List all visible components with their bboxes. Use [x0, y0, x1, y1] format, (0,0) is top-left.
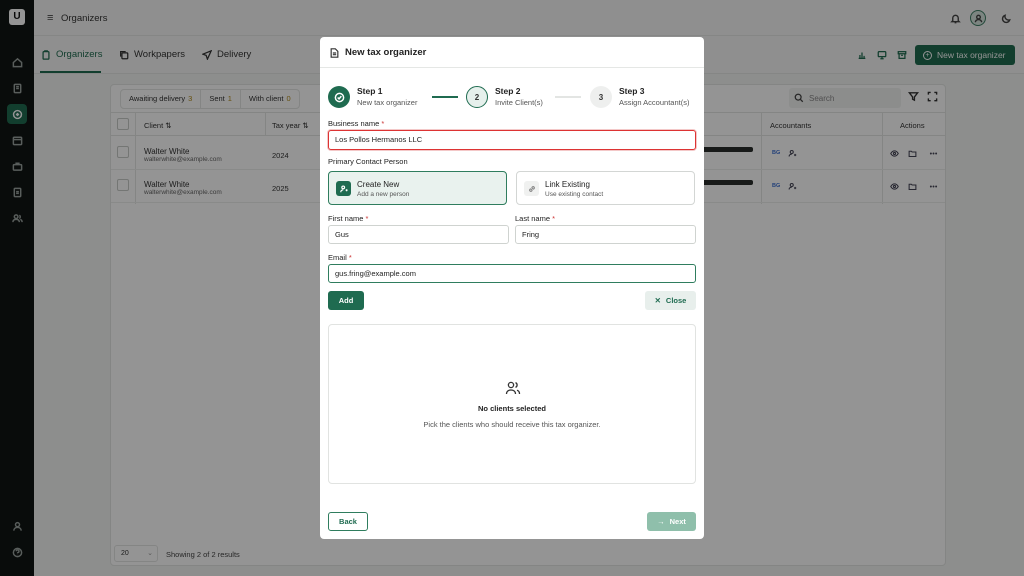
link-existing-option[interactable]: Link Existing Use existing contact [516, 171, 695, 205]
arrow-right-icon: → [657, 517, 665, 526]
add-button[interactable]: Add [328, 291, 364, 310]
last-name-input[interactable]: Fring [515, 225, 696, 244]
empty-subtitle: Pick the clients who should receive this… [423, 420, 601, 429]
email-label: Email * [328, 253, 352, 262]
email-input[interactable]: gus.fring@example.com [328, 264, 696, 283]
empty-title: No clients selected [478, 404, 546, 413]
business-name-input[interactable]: Los Pollos Hermanos LLC [328, 130, 696, 150]
add-user-icon [336, 181, 351, 196]
document-icon [330, 47, 339, 58]
step-1-complete-icon [328, 86, 350, 108]
step-1: Step 1 New tax organizer [357, 86, 418, 107]
selected-clients-empty-state: No clients selected Pick the clients who… [328, 324, 696, 484]
step-2: Step 2 Invite Client(s) [495, 86, 543, 107]
next-button[interactable]: → Next [647, 512, 696, 531]
primary-contact-label: Primary Contact Person [328, 157, 408, 166]
step-3-indicator: 3 [590, 86, 612, 108]
users-icon [505, 380, 521, 398]
close-icon: ✕ [654, 296, 661, 305]
back-button[interactable]: Back [328, 512, 368, 531]
business-name-label: Business name * [328, 119, 385, 128]
create-new-option[interactable]: Create New Add a new person [328, 171, 507, 205]
step-connector [555, 96, 581, 98]
modal-divider [320, 67, 704, 68]
step-3: Step 3 Assign Accountant(s) [619, 86, 690, 107]
link-icon [524, 181, 539, 196]
modal-title: New tax organizer [330, 47, 426, 58]
new-tax-organizer-modal: New tax organizer Step 1 New tax organiz… [320, 37, 704, 539]
step-connector [432, 96, 458, 98]
close-button[interactable]: ✕ Close [645, 291, 696, 310]
first-name-input[interactable]: Gus [328, 225, 509, 244]
last-name-label: Last name * [515, 214, 556, 223]
first-name-label: First name * [328, 214, 369, 223]
step-2-indicator: 2 [466, 86, 488, 108]
